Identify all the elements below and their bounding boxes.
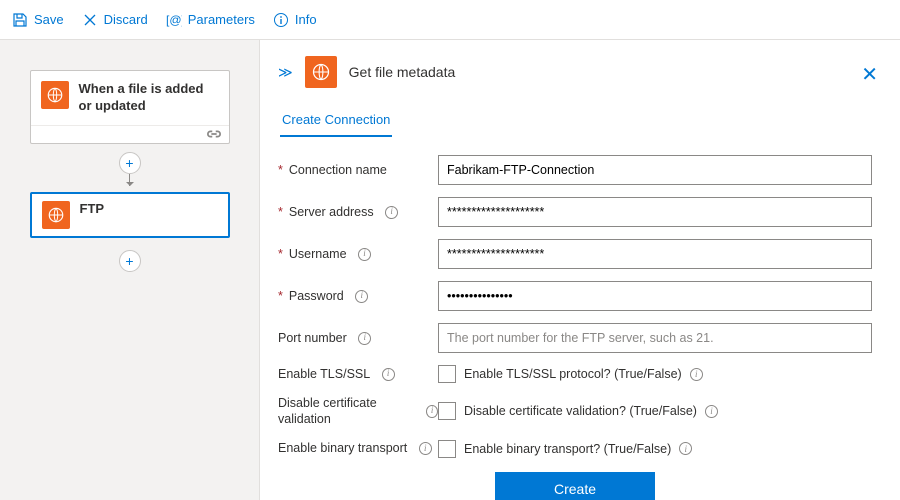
cert-checkbox[interactable] [438, 402, 456, 420]
ftp-connector-icon [41, 81, 69, 109]
close-icon [82, 12, 98, 28]
info-icon[interactable]: i [385, 206, 398, 219]
action-node-ftp[interactable]: FTP [30, 192, 230, 238]
collapse-chevron-icon[interactable]: ≫ [278, 64, 293, 81]
password-label: *Password i [278, 288, 438, 304]
password-input[interactable] [438, 281, 872, 311]
connection-name-label: *Connection name [278, 162, 438, 178]
tls-label: Enable TLS/SSL i [278, 366, 438, 382]
username-input[interactable] [438, 239, 872, 269]
tab-create-connection[interactable]: Create Connection [280, 104, 392, 137]
binary-checkbox[interactable] [438, 440, 456, 458]
info-icon[interactable]: i [426, 405, 438, 418]
add-step-button[interactable]: + [119, 250, 141, 272]
connection-name-input[interactable] [438, 155, 872, 185]
panel-title: Get file metadata [349, 64, 456, 80]
info-icon[interactable]: i [419, 442, 432, 455]
tls-text: Enable TLS/SSL protocol? (True/False) [464, 367, 682, 381]
discard-button[interactable]: Discard [82, 12, 148, 28]
config-panel: ✕ ≫ Get file metadata Create Connection … [260, 40, 900, 500]
binary-label: Enable binary transport i [278, 440, 438, 456]
info-icon[interactable]: i [358, 332, 371, 345]
parameters-label: Parameters [188, 12, 255, 27]
port-label: Port number i [278, 330, 438, 346]
parameters-icon: [@] [166, 12, 182, 28]
cert-label: Disable certificate validation i [278, 395, 438, 428]
info-icon[interactable]: i [690, 368, 703, 381]
discard-label: Discard [104, 12, 148, 27]
info-icon[interactable]: i [355, 290, 368, 303]
binary-text: Enable binary transport? (True/False) [464, 442, 671, 456]
action-title: FTP [80, 201, 105, 218]
ftp-connector-icon [305, 56, 337, 88]
trigger-node[interactable]: When a file is added or updated [30, 70, 230, 144]
toolbar: Save Discard [@] Parameters Info [0, 0, 900, 40]
connector-arrow [129, 174, 130, 186]
trigger-title: When a file is added or updated [79, 81, 219, 115]
info-label: Info [295, 12, 317, 27]
close-panel-button[interactable]: ✕ [861, 62, 878, 87]
info-icon[interactable]: i [358, 248, 371, 261]
workflow-canvas: When a file is added or updated + FTP + [0, 40, 260, 500]
parameters-button[interactable]: [@] Parameters [166, 12, 255, 28]
info-icon[interactable]: i [705, 405, 718, 418]
info-button[interactable]: Info [273, 12, 317, 28]
save-label: Save [34, 12, 64, 27]
save-button[interactable]: Save [12, 12, 64, 28]
ftp-connector-icon [42, 201, 70, 229]
link-icon [207, 128, 221, 140]
server-address-label: *Server address i [278, 204, 438, 220]
info-icon[interactable]: i [382, 368, 395, 381]
save-icon [12, 12, 28, 28]
server-address-input[interactable] [438, 197, 872, 227]
tls-checkbox[interactable] [438, 365, 456, 383]
add-step-button[interactable]: + [119, 152, 141, 174]
create-button[interactable]: Create [495, 472, 655, 500]
cert-text: Disable certificate validation? (True/Fa… [464, 404, 697, 418]
info-icon [273, 12, 289, 28]
username-label: *Username i [278, 246, 438, 262]
svg-text:[@]: [@] [166, 13, 182, 27]
info-icon[interactable]: i [679, 442, 692, 455]
port-input[interactable] [438, 323, 872, 353]
